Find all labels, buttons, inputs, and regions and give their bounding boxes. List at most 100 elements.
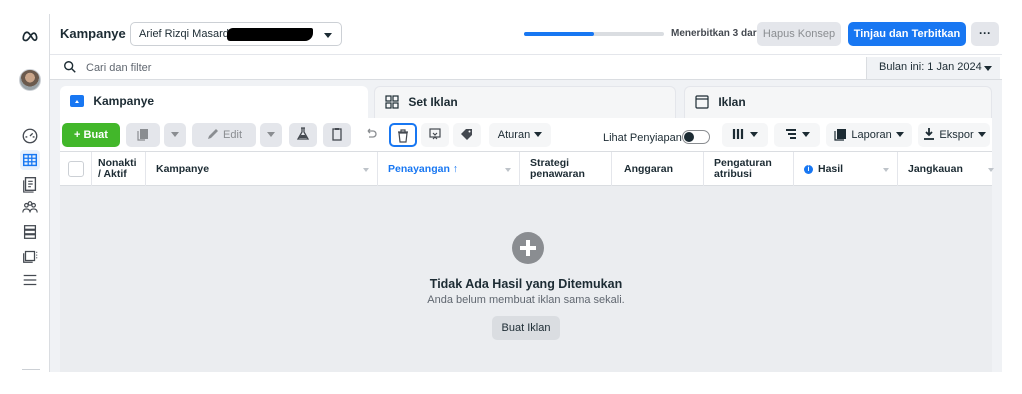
rules-label: Aturan xyxy=(497,129,531,141)
publish-progress-bar xyxy=(524,32,664,36)
audiences-icon[interactable] xyxy=(20,198,40,218)
left-nav-rail xyxy=(10,14,50,372)
chevron-down-icon xyxy=(267,132,275,137)
column-header-label: Pengaturan atribusi xyxy=(714,157,772,180)
publish-progress-fill xyxy=(524,32,594,36)
avatar[interactable] xyxy=(19,69,41,91)
delete-button[interactable] xyxy=(389,123,417,147)
chevron-down-icon xyxy=(534,132,543,137)
duplicate-icon xyxy=(137,129,148,141)
campaign-toolbar: + Buat Edit Aturan Lihat Penyiapan Lapor… xyxy=(60,118,992,152)
date-range-picker[interactable]: Bulan ini: 1 Jan 2024 xyxy=(866,57,1000,79)
tab-ads-label: Iklan xyxy=(718,95,746,109)
undo-button[interactable] xyxy=(357,123,385,147)
more-options-button[interactable]: ··· xyxy=(971,22,999,46)
trash-icon xyxy=(398,129,408,143)
column-header-bid-strategy[interactable]: Strategi penawaran xyxy=(520,152,612,186)
meta-logo-icon[interactable] xyxy=(20,26,40,46)
chevron-down-icon xyxy=(984,66,992,71)
column-header-delivery[interactable]: Penayangan ↑ xyxy=(378,152,520,186)
column-header-results[interactable]: i Hasil xyxy=(794,152,898,186)
info-icon[interactable]: i xyxy=(804,164,813,174)
publish-status-text: Menerbitkan 3 dari 6 xyxy=(671,28,768,39)
breakdown-dropdown[interactable] xyxy=(774,123,820,147)
duplicate-button[interactable] xyxy=(126,123,160,147)
view-setup-toggle[interactable] xyxy=(682,130,710,144)
grid-icon xyxy=(385,95,399,109)
edit-button[interactable]: Edit xyxy=(192,123,256,147)
column-header-attribution[interactable]: Pengaturan atribusi xyxy=(704,152,794,186)
reports-dropdown[interactable]: Laporan xyxy=(826,123,912,147)
chevron-down-icon xyxy=(977,132,986,137)
chevron-down-icon xyxy=(171,132,179,137)
column-header-toggle[interactable]: Nonakti / Aktif xyxy=(92,152,146,186)
tab-ad-sets[interactable]: Set Iklan xyxy=(374,86,676,118)
tab-campaigns-label: Kampanye xyxy=(93,94,155,108)
preview-button[interactable] xyxy=(421,123,449,147)
campaigns-table-icon[interactable] xyxy=(20,150,40,170)
column-header-campaign[interactable]: Kampanye xyxy=(146,152,378,186)
view-setup-label: Lihat Penyiapan xyxy=(603,132,682,144)
pencil-icon xyxy=(207,129,218,139)
create-button[interactable]: + Buat xyxy=(62,123,120,147)
ads-manager-app: Kampanye Arief Rizqi Masardi Menerbitkan… xyxy=(0,0,1022,394)
export-dropdown[interactable]: Ekspor xyxy=(918,123,990,147)
edit-dropdown-button[interactable] xyxy=(260,123,282,147)
clipboard-button[interactable] xyxy=(323,123,351,147)
tag-button[interactable] xyxy=(453,123,481,147)
documents-icon[interactable] xyxy=(20,174,40,194)
column-header-reach[interactable]: Jangkauan xyxy=(898,152,994,186)
column-header-label: Hasil xyxy=(818,162,844,175)
date-range-label: Bulan ini: 1 Jan 2024 xyxy=(879,61,982,73)
column-header-label: Anggaran xyxy=(624,162,674,175)
folder-icon xyxy=(70,95,84,107)
account-selector[interactable]: Arief Rizqi Masardi xyxy=(130,22,342,46)
tab-campaigns[interactable]: Kampanye xyxy=(60,86,368,118)
ad-library-icon[interactable] xyxy=(20,246,40,266)
ad-window-icon xyxy=(695,95,709,109)
tab-ads[interactable]: Iklan xyxy=(684,86,992,118)
create-ad-button[interactable]: Buat Iklan xyxy=(492,316,560,340)
rail-divider xyxy=(22,369,40,370)
column-header-budget[interactable]: Anggaran xyxy=(612,152,704,186)
column-header-label: Strategi penawaran xyxy=(530,157,585,180)
empty-state: Tidak Ada Hasil yang Ditemukan Anda belu… xyxy=(60,186,992,372)
chevron-down-icon xyxy=(895,132,904,137)
ab-test-button[interactable] xyxy=(289,123,317,147)
redaction-mark xyxy=(227,28,313,41)
select-all-checkbox[interactable] xyxy=(67,161,84,177)
duplicate-dropdown-button[interactable] xyxy=(164,123,186,147)
sort-caret-icon xyxy=(505,168,511,172)
discard-drafts-button[interactable]: Hapus Konsep xyxy=(757,22,841,46)
empty-state-subtitle: Anda belum membuat iklan sama sekali. xyxy=(427,294,625,306)
search-filter-bar: Bulan ini: 1 Jan 2024 xyxy=(50,54,1002,80)
preview-icon xyxy=(429,128,441,140)
review-and-publish-button[interactable]: Tinjau dan Terbitkan xyxy=(848,22,966,46)
toggle-knob xyxy=(684,132,694,142)
chevron-down-icon xyxy=(802,132,810,137)
search-input[interactable] xyxy=(86,59,786,77)
campaign-table-header: Nonakti / Aktif Kampanye Penayangan ↑ St… xyxy=(60,152,994,186)
plus-circle-icon xyxy=(512,232,544,264)
edit-label: Edit xyxy=(223,129,243,141)
select-all-cell xyxy=(60,152,92,186)
chevron-down-icon xyxy=(750,132,758,137)
sort-caret-icon xyxy=(883,168,889,172)
billing-stack-icon[interactable] xyxy=(20,222,40,242)
page-title: Kampanye xyxy=(60,26,126,41)
column-header-label: Nonakti / Aktif xyxy=(98,157,137,180)
sort-caret-icon xyxy=(988,168,994,172)
rules-dropdown[interactable]: Aturan xyxy=(489,123,551,147)
reports-icon xyxy=(834,129,847,141)
main-content: Kampanye Arief Rizqi Masardi Menerbitkan… xyxy=(50,14,1002,372)
menu-hamburger-icon[interactable] xyxy=(20,270,40,290)
column-header-label: Kampanye xyxy=(156,162,210,175)
export-label: Ekspor xyxy=(939,129,974,141)
columns-dropdown[interactable] xyxy=(722,123,768,147)
chevron-down-icon xyxy=(324,33,332,38)
empty-state-title: Tidak Ada Hasil yang Ditemukan xyxy=(429,277,623,291)
undo-icon xyxy=(367,128,377,138)
download-icon xyxy=(924,128,935,140)
sort-caret-icon xyxy=(363,168,369,172)
dashboard-gauge-icon[interactable] xyxy=(20,126,40,146)
